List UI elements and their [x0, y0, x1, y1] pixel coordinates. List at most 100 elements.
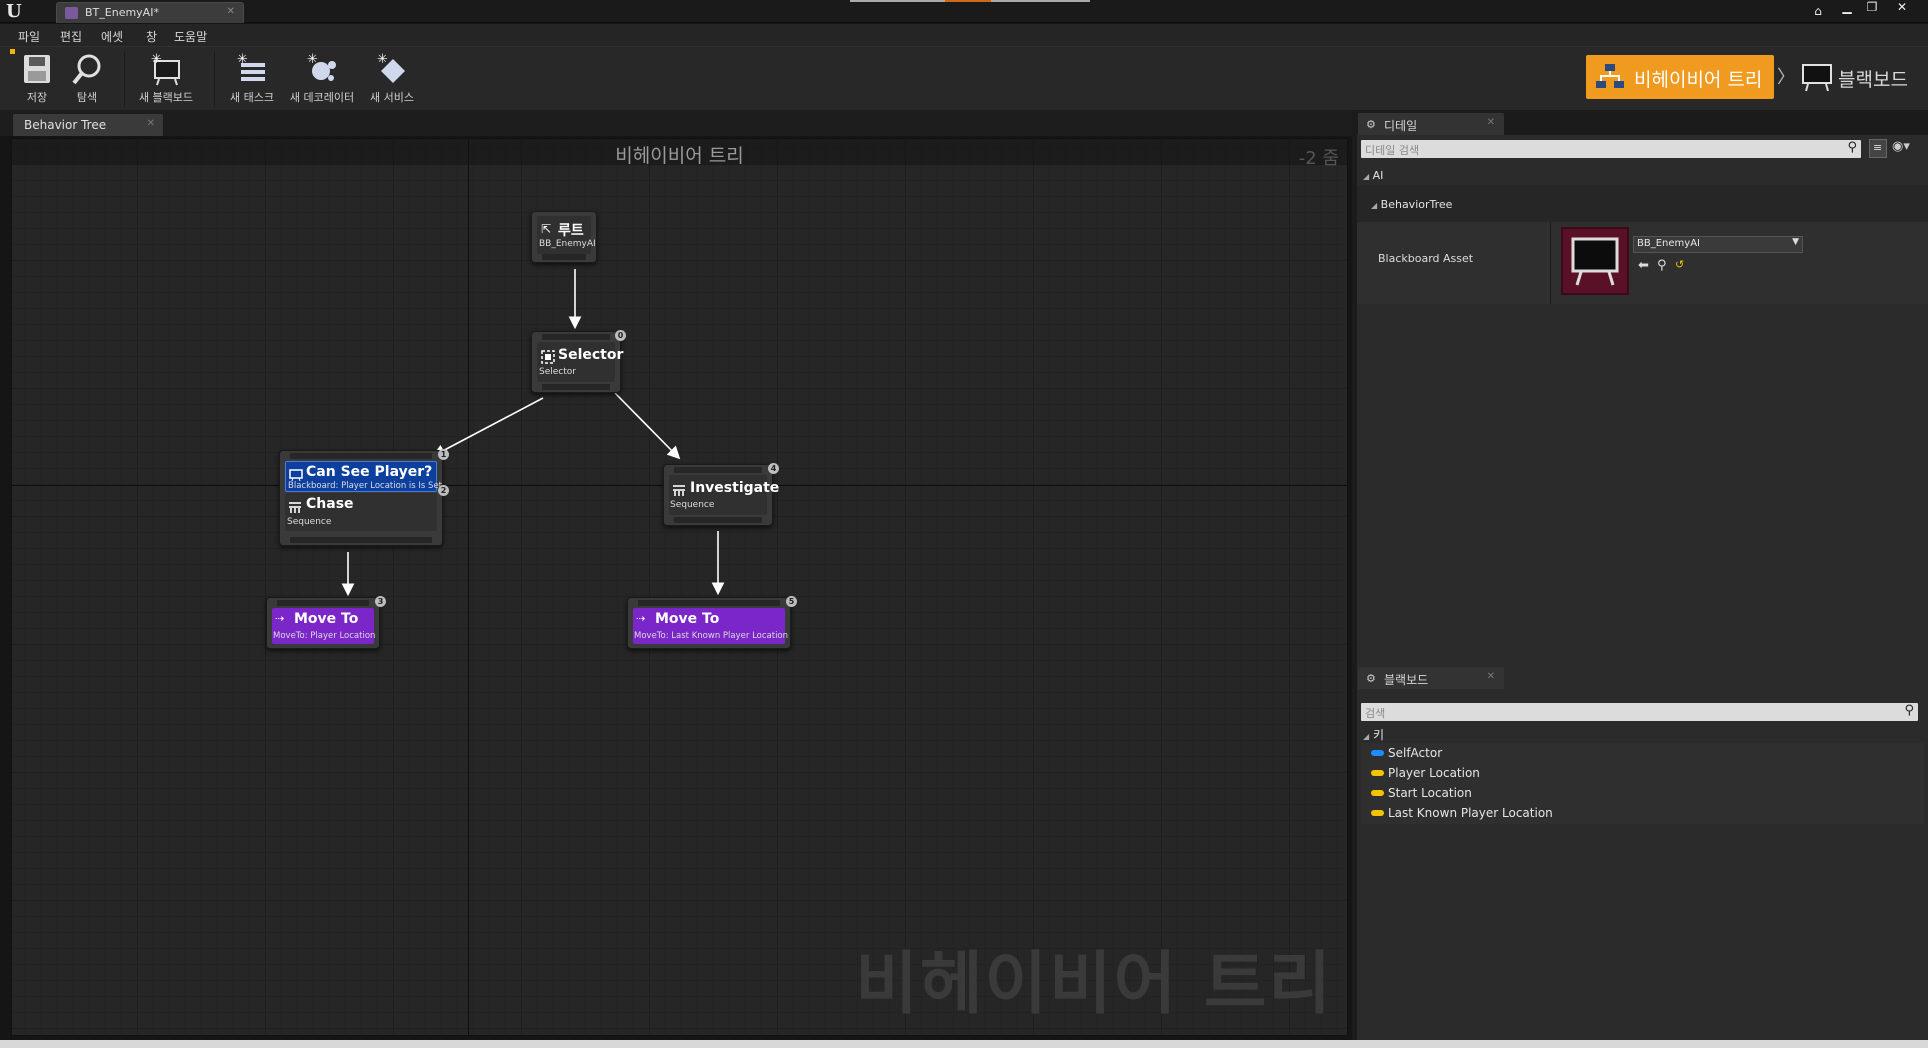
selector-output-pin[interactable]: [542, 384, 610, 390]
close-graph-tab-icon[interactable]: ✕: [147, 118, 155, 129]
selector-node[interactable]: Selector Selector 0: [531, 330, 626, 393]
new-blackboard-button[interactable]: ✳ 새 블랙보드: [134, 51, 198, 109]
behavior-tree-graph[interactable]: 비헤이비어 트리 -2 줌 비헤이비어 트리 ⇱ 루트 BB_EnemyAI S…: [11, 138, 1348, 1036]
toolbar-separator: [124, 51, 125, 107]
moveto-player-input-pin[interactable]: [277, 600, 369, 606]
right-panel: ⚙ 디테일 ✕ 디테일 검색 ⚲ ≡ ◉▾ ◢ AI ◢ BehaviorTre…: [1352, 110, 1928, 1048]
moveto-last-title: Move To: [655, 611, 720, 627]
new-service-button[interactable]: ✳ 새 서비스: [366, 51, 418, 109]
browse-button[interactable]: 탐색: [66, 51, 108, 109]
graph-connections: [341, 269, 725, 597]
execution-index-badge: 5: [786, 596, 797, 607]
moveto-last-known-node[interactable]: ⇢ Move To MoveTo: Last Known Player Loca…: [627, 596, 797, 649]
blackboard-key-row[interactable]: Start Location: [1361, 783, 1924, 803]
close-tab-icon[interactable]: ✕: [227, 6, 235, 17]
blackboard-key-name: Start Location: [1388, 786, 1472, 800]
menu-help[interactable]: 도움말: [174, 28, 207, 45]
root-output-pin[interactable]: [542, 254, 586, 260]
chase-output-pin[interactable]: [290, 537, 432, 543]
use-selected-arrow-icon[interactable]: ⬅: [1638, 258, 1649, 273]
wire-selector-investigate: [614, 392, 681, 460]
vector-key-type-icon: [1371, 810, 1384, 816]
selector-node-subtitle: Selector: [539, 367, 576, 377]
close-details-icon[interactable]: ✕: [1487, 117, 1495, 128]
blackboard-tab-label: 블랙보드: [1384, 673, 1429, 687]
investigate-node[interactable]: Investigate Sequence 4: [663, 463, 779, 526]
subcategory-behaviortree[interactable]: ◢ BehaviorTree: [1371, 198, 1452, 211]
tab-behavior-tree-label: Behavior Tree: [24, 118, 107, 132]
blackboard-search-input[interactable]: 검색 ⚲: [1361, 703, 1918, 721]
blackboard-key-row[interactable]: SelfActor: [1361, 743, 1924, 763]
behavior-tree-asset-icon: [65, 7, 78, 19]
investigate-node-title: Investigate: [690, 480, 780, 496]
maximize-button[interactable]: ❐: [1862, 0, 1882, 16]
tab-behavior-tree[interactable]: Behavior Tree ✕: [13, 114, 163, 136]
svg-text:✳: ✳: [307, 52, 318, 67]
move-to-icon: ⇢: [275, 612, 285, 625]
blackboard-panel-icon: ⚙: [1366, 672, 1376, 685]
menu-edit[interactable]: 편집: [60, 28, 82, 45]
new-task-button[interactable]: ✳ 새 태스크: [224, 51, 280, 109]
list-icon: ≡: [1873, 141, 1883, 154]
menu-asset[interactable]: 에셋: [101, 28, 123, 45]
menu-file[interactable]: 파일: [18, 28, 40, 45]
mode-blackboard-button[interactable]: 블랙보드: [1798, 55, 1928, 99]
view-options-eye-icon[interactable]: ◉▾: [1892, 139, 1910, 154]
browse-to-asset-icon[interactable]: ⚲: [1657, 258, 1667, 273]
minimize-button[interactable]: ▁: [1837, 0, 1857, 16]
blackboard-key-row[interactable]: Player Location: [1361, 763, 1924, 783]
blackboard-key-name: SelfActor: [1388, 746, 1443, 760]
close-window-button[interactable]: ✕: [1892, 0, 1912, 16]
object-key-type-icon: [1371, 750, 1384, 756]
taskbar-strip: [0, 1040, 1928, 1048]
blackboard-key-name: Last Known Player Location: [1388, 806, 1553, 820]
blackboard-asset-combo[interactable]: BB_EnemyAI ▼: [1633, 236, 1803, 253]
new-decorator-button[interactable]: ✳ 새 데코레이터: [286, 51, 358, 109]
execution-index-badge: 2: [438, 485, 449, 496]
reset-to-default-icon[interactable]: ↺: [1675, 258, 1684, 271]
root-node-subtitle: BB_EnemyAI: [539, 239, 596, 249]
blackboard-mode-icon: [1800, 61, 1834, 97]
property-matrix-button[interactable]: ≡: [1869, 139, 1887, 158]
close-blackboard-icon[interactable]: ✕: [1487, 671, 1495, 682]
blackboard-asset-value: BB_EnemyAI: [1637, 238, 1700, 249]
moveto-player-title: Move To: [294, 611, 359, 627]
category-ai[interactable]: ◢ AI: [1363, 169, 1383, 182]
investigate-input-pin[interactable]: [674, 467, 762, 473]
details-tab-label: 디테일: [1384, 119, 1418, 133]
moveto-last-input-pin[interactable]: [638, 600, 780, 606]
keys-category[interactable]: ◢ 키: [1363, 726, 1384, 743]
toolbar-separator: [214, 51, 215, 107]
title-drag-indicator-accent: [945, 0, 991, 2]
new-service-icon: ✳: [375, 51, 409, 87]
details-search-input[interactable]: 디테일 검색 ⚲: [1361, 140, 1861, 158]
feedback-icon[interactable]: ⌂: [1808, 4, 1828, 20]
blackboard-key-row[interactable]: Last Known Player Location: [1361, 803, 1924, 823]
save-button[interactable]: 저장: [16, 51, 58, 109]
can-see-player-decorator[interactable]: Can See Player? Blackboard: Player Locat…: [285, 461, 442, 492]
tab-blackboard[interactable]: ⚙ 블랙보드 ✕: [1358, 667, 1504, 689]
chase-node[interactable]: Can See Player? Blackboard: Player Locat…: [279, 449, 449, 546]
blackboard-search-placeholder: 검색: [1365, 707, 1386, 720]
search-icon: ⚲: [1904, 703, 1914, 718]
mode-behavior-tree-button[interactable]: 비헤이비어 트리: [1586, 55, 1774, 99]
vector-key-type-icon: [1371, 770, 1384, 776]
sequence-icon: [288, 499, 301, 513]
chase-input-pin[interactable]: [290, 453, 432, 459]
root-node[interactable]: ⇱ 루트 BB_EnemyAI: [531, 211, 597, 263]
toolbar: 저장 탐색 ✳ 새 블랙보드 ✳ 새 태스크 ✳ 새 데코레이터 ✳ 새 서비스: [0, 46, 1928, 110]
moveto-player-node[interactable]: ⇢ Move To MoveTo: Player Location 3: [266, 596, 386, 649]
execution-index-badge: 1: [438, 449, 449, 460]
wire-selector-chase: [432, 397, 544, 457]
vector-key-type-icon: [1371, 790, 1384, 796]
investigate-output-pin[interactable]: [674, 517, 762, 523]
investigate-node-subtitle: Sequence: [670, 500, 715, 510]
menu-window[interactable]: 창: [146, 28, 157, 45]
selector-input-pin[interactable]: [542, 334, 610, 340]
details-search-placeholder: 디테일 검색: [1365, 144, 1420, 157]
document-tab[interactable]: BT_EnemyAI* ✕: [56, 2, 244, 23]
tab-details[interactable]: ⚙ 디테일 ✕: [1358, 113, 1504, 135]
blackboard-key-name: Player Location: [1388, 766, 1480, 780]
blackboard-asset-thumbnail[interactable]: [1561, 227, 1629, 295]
chase-node-subtitle: Sequence: [287, 517, 332, 527]
